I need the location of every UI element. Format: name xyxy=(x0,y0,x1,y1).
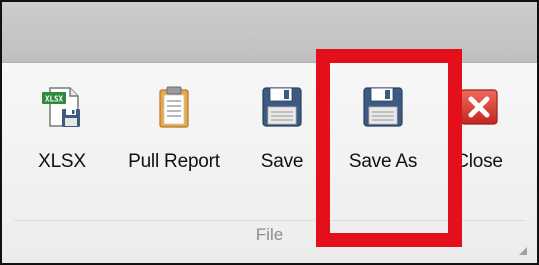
clipboard-icon xyxy=(159,86,189,128)
save-as-button-label: Save As xyxy=(348,151,418,172)
save-as-button[interactable]: Save As xyxy=(338,85,428,197)
close-button-label: Close xyxy=(455,151,503,172)
xlsx-save-icon: XLSX xyxy=(42,87,80,127)
pull-report-button-label: Pull Report xyxy=(128,151,220,172)
floppy-disk-icon xyxy=(363,87,403,127)
xlsx-button-label: XLSX xyxy=(38,151,86,172)
ribbon-group-label: File xyxy=(255,225,284,244)
xlsx-button[interactable]: XLSX XLSX xyxy=(32,85,92,197)
dialog-launcher-icon[interactable] xyxy=(519,247,527,255)
save-button-label: Save xyxy=(260,151,304,172)
save-button[interactable]: Save xyxy=(254,85,310,197)
xlsx-badge-text: XLSX xyxy=(45,95,64,104)
ribbon-tab-strip xyxy=(2,2,537,63)
screenshot-frame: XLSX XLSX Pull Report Save Save As Close… xyxy=(0,0,539,265)
group-divider xyxy=(14,220,525,221)
close-x-icon xyxy=(460,89,498,125)
pull-report-button[interactable]: Pull Report xyxy=(120,85,228,197)
close-button[interactable]: Close xyxy=(448,85,510,197)
floppy-disk-icon xyxy=(262,87,302,127)
